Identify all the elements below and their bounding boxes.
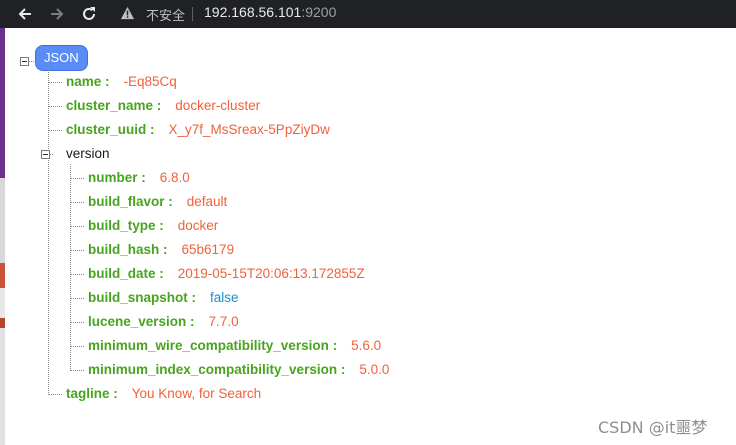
reload-button[interactable] (78, 3, 100, 25)
json-entry-build-date: build_date : 2019-05-15T20:06:13.172855Z (88, 265, 365, 283)
json-entry-build-snapshot: build_snapshot : false (88, 289, 239, 307)
tree-connector (71, 226, 84, 227)
json-key: number : (88, 170, 146, 185)
url-port: :9200 (301, 4, 337, 20)
arrow-left-icon (18, 8, 31, 20)
tree-connector (71, 322, 84, 323)
json-key: cluster_name : (66, 98, 162, 113)
tree-connector (71, 202, 84, 203)
json-entry-cluster-uuid: cluster_uuid : X_y7f_MsSreax-5PpZiyDw (66, 121, 330, 139)
json-entry-name: name : -Eq85Cq (66, 73, 177, 91)
warning-icon[interactable] (120, 6, 135, 21)
json-key: minimum_wire_compatibility_version : (88, 338, 338, 353)
divider (192, 7, 193, 21)
json-value: 5.6.0 (351, 338, 382, 353)
tree-connector (71, 178, 84, 179)
json-entry-lucene-version: lucene_version : 7.7.0 (88, 313, 239, 331)
tree-guide-root (48, 70, 49, 395)
json-key: build_hash : (88, 242, 168, 257)
security-status[interactable]: 不安全 (146, 5, 185, 24)
json-value: 7.7.0 (208, 314, 239, 329)
tree-connector (71, 370, 84, 371)
json-value: 5.0.0 (359, 362, 390, 377)
json-key: lucene_version : (88, 314, 195, 329)
json-entry-cluster-name: cluster_name : docker-cluster (66, 97, 260, 115)
json-key: minimum_index_compatibility_version : (88, 362, 346, 377)
object-label: version (66, 146, 110, 161)
json-entry-build-type: build_type : docker (88, 217, 218, 235)
json-key: build_snapshot : (88, 290, 196, 305)
arrow-right-icon (51, 8, 64, 20)
json-root-badge[interactable]: JSON (36, 46, 87, 70)
tree-connector (49, 394, 62, 395)
collapse-root-toggle[interactable] (20, 57, 29, 66)
json-entry-tagline: tagline : You Know, for Search (66, 385, 261, 403)
tree-connector (49, 130, 62, 131)
json-entry-min-index-version: minimum_index_compatibility_version : 5.0… (88, 361, 389, 379)
tree-connector (49, 106, 62, 107)
forward-button[interactable] (46, 3, 68, 25)
url-host: 192.168.56.101 (204, 4, 302, 20)
json-value: default (186, 194, 228, 209)
json-value: You Know, for Search (131, 386, 262, 401)
json-value: docker-cluster (175, 98, 261, 113)
json-key: cluster_uuid : (66, 122, 155, 137)
tree-connector (71, 250, 84, 251)
watermark: CSDN @it噩梦 (598, 418, 708, 437)
tree-connector (71, 346, 84, 347)
json-entry-build-hash: build_hash : 65b6179 (88, 241, 234, 259)
json-value: X_y7f_MsSreax-5PpZiyDw (168, 122, 330, 137)
browser-toolbar: 不安全 192.168.56.101:9200 (0, 0, 736, 28)
json-tree: JSON name : -Eq85Cq cluster_name : docker-… (0, 28, 736, 445)
reload-icon (83, 7, 95, 20)
json-key: build_date : (88, 266, 164, 281)
json-entry-min-wire-version: minimum_wire_compatibility_version : 5.6.… (88, 337, 381, 355)
json-entry-number: number : 6.8.0 (88, 169, 190, 187)
json-value: 6.8.0 (159, 170, 190, 185)
back-button[interactable] (14, 3, 36, 25)
json-key: tagline : (66, 386, 118, 401)
json-key: name : (66, 74, 110, 89)
json-value: -Eq85Cq (123, 74, 177, 89)
tree-connector (71, 298, 84, 299)
json-boolean-value: false (210, 290, 239, 305)
json-key: build_flavor : (88, 194, 173, 209)
tree-connector (71, 274, 84, 275)
address-bar[interactable]: 192.168.56.101:9200 (204, 4, 336, 20)
json-object-version[interactable]: version (66, 145, 110, 163)
tree-connector (29, 61, 36, 62)
json-value: 2019-05-15T20:06:13.172855Z (177, 266, 365, 281)
json-value: 65b6179 (181, 242, 235, 257)
json-key: build_type : (88, 218, 164, 233)
tree-guide-version (70, 164, 71, 371)
json-value: docker (177, 218, 219, 233)
collapse-version-toggle[interactable] (41, 150, 50, 159)
json-entry-build-flavor: build_flavor : default (88, 193, 227, 211)
tree-connector (49, 82, 62, 83)
